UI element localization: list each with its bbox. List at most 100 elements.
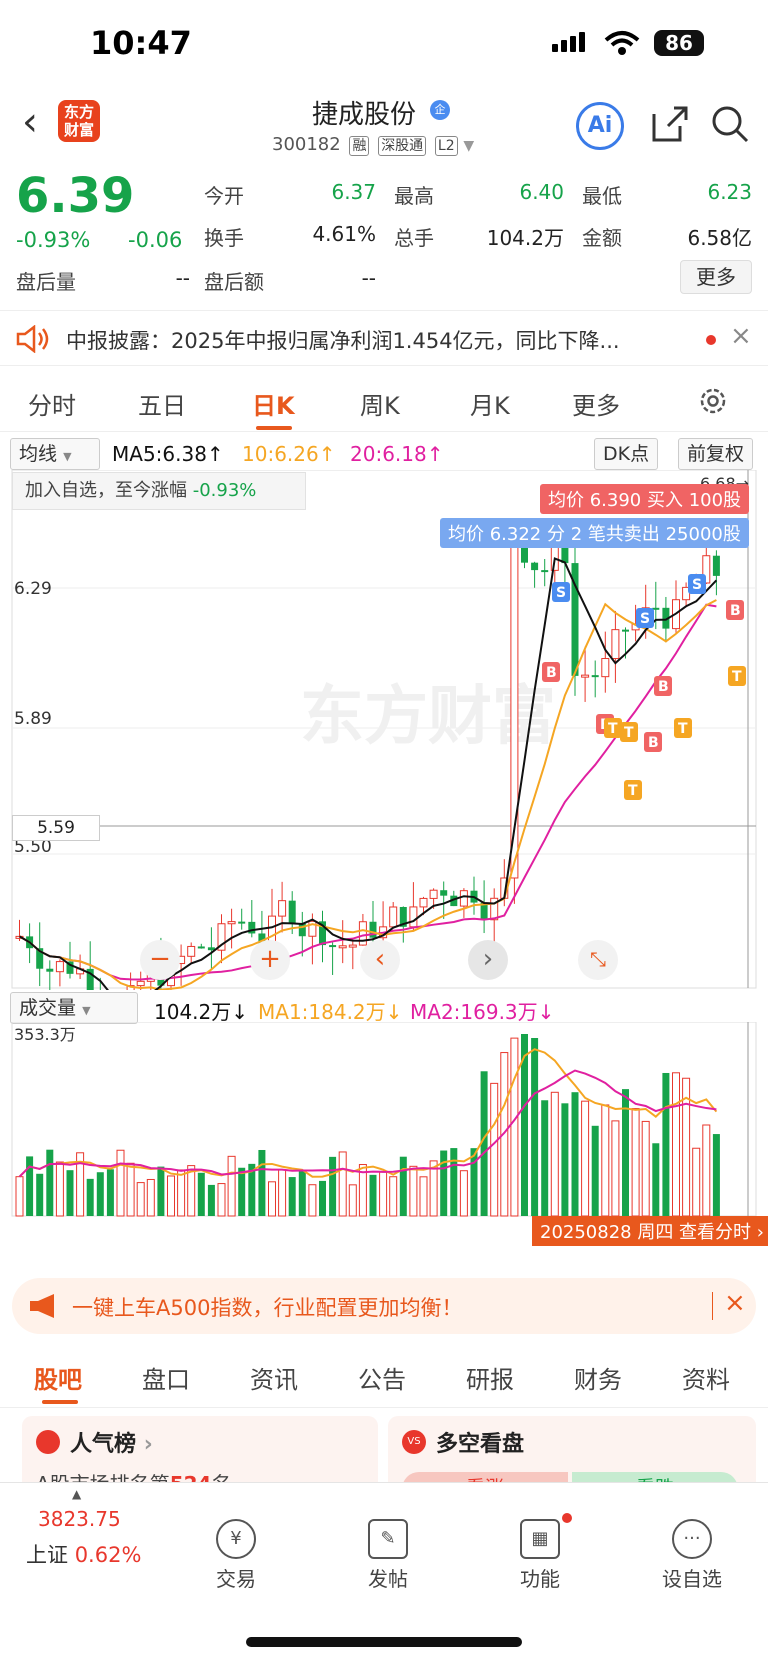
vol-ma1: MA1:184.2万↓ <box>258 1000 403 1024</box>
kline-chart[interactable]: 东方财富 6.29 5.89 5.50 SSSBBBBBTTTTT <box>0 470 768 990</box>
tab-more[interactable]: 更多 <box>572 386 620 421</box>
tab-five-day[interactable]: 五日 <box>138 386 186 421</box>
stock-code-row: 300182 融 深股通 L2 ▼ <box>272 134 474 156</box>
volume-bar <box>459 1170 468 1217</box>
vol-ma2: MA2:169.3万↓ <box>410 1000 555 1024</box>
candle <box>136 980 145 987</box>
tab-news[interactable]: 资讯 <box>250 1360 298 1395</box>
trade-marker-label: B <box>730 603 741 619</box>
y-tick: 5.89 <box>14 709 52 729</box>
tab-weekly-k[interactable]: 周K <box>360 386 400 421</box>
volume-bar <box>470 1148 478 1216</box>
volume-bar <box>490 1082 499 1217</box>
candle <box>429 889 438 899</box>
promo-banner[interactable]: 一键上车A500指数，行业配置更加均衡！ × <box>12 1278 756 1334</box>
index-row[interactable]: 上证 0.62% <box>26 1539 141 1569</box>
zoom-out-button[interactable]: − <box>140 940 180 980</box>
stock-name: 捷成股份 <box>312 100 417 130</box>
trade-marker-label: T <box>624 725 634 741</box>
after-hours-amount-label: 盘后额 <box>204 270 264 294</box>
after-hours-volume-label: 盘后量 <box>16 270 76 294</box>
volume-bar <box>692 1147 701 1217</box>
tab-announcements[interactable]: 公告 <box>358 1360 406 1395</box>
date-tip-text: 20250828 周四 查看分时 <box>540 1222 752 1243</box>
tag-connect: 深股通 <box>378 136 427 156</box>
dk-point-button[interactable]: DK点 <box>594 438 659 470</box>
candle <box>601 658 610 678</box>
search-icon[interactable] <box>710 104 750 148</box>
candle <box>531 562 539 571</box>
volume-bar <box>541 1100 549 1216</box>
tab-monthly-k[interactable]: 月K <box>470 386 510 421</box>
tab-daily-k[interactable]: 日K <box>252 386 295 421</box>
settings-gear-icon[interactable] <box>698 386 728 420</box>
share-icon[interactable] <box>650 104 690 148</box>
volume-bar <box>238 1167 246 1216</box>
tab-finance[interactable]: 财务 <box>574 1360 622 1395</box>
tab-research[interactable]: 研报 <box>466 1360 514 1395</box>
index-pct: 0.62% <box>74 1543 142 1567</box>
volume-bar <box>329 1156 337 1216</box>
volume-bar <box>55 1161 64 1217</box>
zoom-in-button[interactable]: + <box>250 940 290 980</box>
tab-pankou[interactable]: 盘口 <box>142 1360 190 1395</box>
candle <box>611 629 620 660</box>
adjust-select[interactable]: 前复权 <box>678 438 754 470</box>
ma10-value: 10:6.26↑ <box>242 442 336 466</box>
trade-marker-label: T <box>732 669 742 685</box>
candle <box>197 946 205 949</box>
candle <box>389 906 398 928</box>
turnover-value: 4.61% <box>312 222 376 246</box>
close-icon[interactable]: × <box>730 321 752 351</box>
chevron-down-icon[interactable]: ▼ <box>463 138 474 154</box>
volume-select-label: 成交量 <box>19 997 77 1019</box>
more-dots-icon: ··· <box>672 1519 712 1559</box>
scroll-right-button[interactable]: › <box>468 940 508 980</box>
nav-post[interactable]: ✎ 发帖 <box>338 1519 438 1592</box>
volume-bar <box>288 1177 296 1216</box>
volume-bar <box>652 1143 660 1216</box>
volume-bar <box>611 1120 620 1217</box>
nav-functions[interactable]: ▦ 功能 <box>490 1519 590 1592</box>
trade-marker-label: S <box>640 611 650 627</box>
ma-select[interactable]: 均线 ▼ <box>10 438 100 470</box>
index-name: 上证 <box>26 1543 68 1567</box>
candle <box>591 675 599 678</box>
candle <box>288 900 296 924</box>
notice-bar[interactable]: 中报披露：2025年中报归属净利润1.454亿元，同比下降... × <box>0 310 768 366</box>
nav-add-watch[interactable]: ··· 设自选 <box>642 1519 742 1592</box>
scroll-left-button[interactable]: ‹ <box>360 940 400 980</box>
view-intraday-button[interactable]: 20250828 周四 查看分时 › <box>532 1216 768 1246</box>
chart-toolbar: 均线 ▼ MA5:6.38↑ 10:6.26↑ 20:6.18↑ DK点 前复权 <box>10 436 758 472</box>
volume-select[interactable]: 成交量 ▼ <box>10 992 138 1024</box>
back-button[interactable]: ‹ <box>22 102 38 142</box>
amount-label: 金额 <box>582 226 622 250</box>
stock-header: ‹ 东方 财富 捷成股份 企 300182 融 深股通 L2 ▼ Ai <box>0 90 768 162</box>
volume-bar <box>217 1183 226 1217</box>
ranking-icon <box>36 1430 60 1454</box>
ma5-value: MA5:6.38↑ <box>112 442 224 466</box>
ai-button[interactable]: Ai <box>576 102 624 150</box>
watchlist-tip[interactable]: 加入自选，至今涨幅 -0.93% <box>12 472 306 510</box>
tab-guba[interactable]: 股吧 <box>34 1360 82 1395</box>
candle <box>459 890 468 907</box>
volume-bar <box>167 1175 175 1217</box>
buy-tip: 均价 6.390 买入 100股 <box>540 484 750 514</box>
nav-trade[interactable]: ¥ 交易 <box>186 1519 286 1592</box>
after-hours-volume: -- <box>175 266 190 290</box>
volume-bar <box>591 1125 599 1216</box>
volume-bar <box>298 1170 306 1216</box>
nav-functions-label: 功能 <box>520 1567 560 1591</box>
sell-tip: 均价 6.322 分 2 笔共卖出 25000股 <box>440 518 749 548</box>
more-quote-button[interactable]: 更多 <box>680 260 752 294</box>
volume-bar <box>581 1100 590 1217</box>
nav-post-label: 发帖 <box>368 1567 408 1591</box>
tab-profile[interactable]: 资料 <box>682 1360 730 1395</box>
volume-bar <box>46 1149 54 1216</box>
battery-icon: 86 <box>654 30 704 56</box>
tab-intraday[interactable]: 分时 <box>28 386 76 421</box>
close-icon[interactable]: × <box>724 1288 746 1318</box>
fullscreen-icon[interactable]: ⤡ <box>578 940 618 980</box>
candle <box>329 945 337 948</box>
volume-chart[interactable]: 353.3万 20250523 20250625 20250725 <box>0 1022 768 1218</box>
